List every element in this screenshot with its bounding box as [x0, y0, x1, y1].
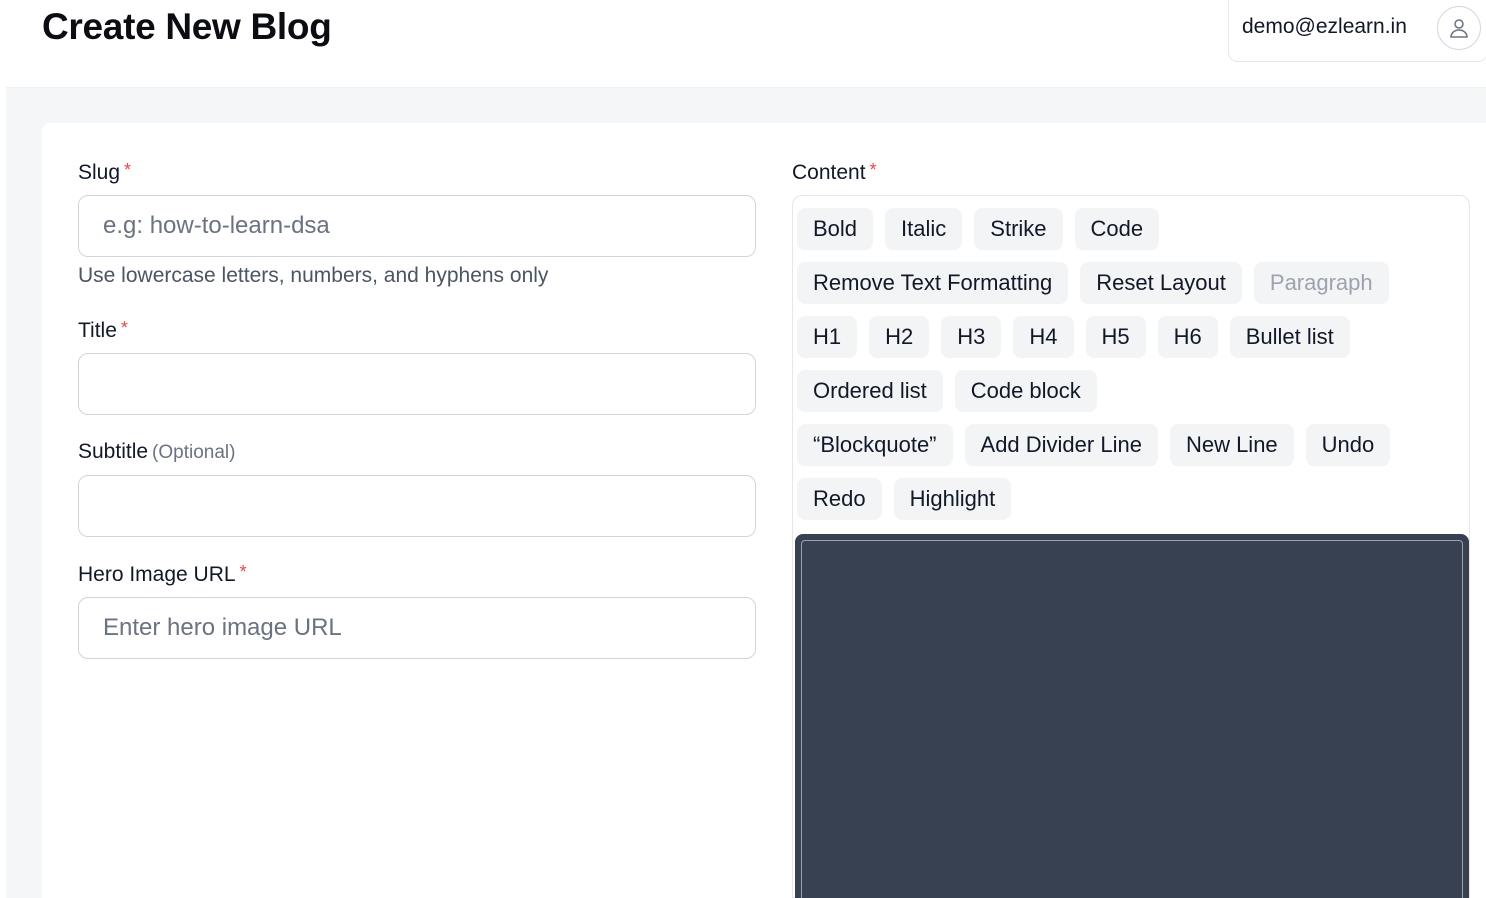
toolbar-row: Remove Text Formatting Reset Layout Para… — [797, 262, 1401, 304]
hero-image-label-text: Hero Image URL — [78, 563, 236, 586]
page-title: Create New Blog — [42, 6, 332, 47]
required-mark: * — [124, 160, 132, 180]
italic-button[interactable]: Italic — [885, 208, 963, 250]
slug-helper-text: Use lowercase letters, numbers, and hyph… — [78, 264, 549, 287]
bold-button[interactable]: Bold — [797, 208, 874, 250]
reset-layout-button[interactable]: Reset Layout — [1080, 262, 1242, 304]
editor-content-area[interactable] — [795, 534, 1469, 898]
undo-button[interactable]: Undo — [1305, 424, 1391, 466]
user-email: demo@ezlearn.in — [1242, 15, 1407, 38]
h2-button[interactable]: H2 — [869, 316, 930, 358]
slug-label: Slug * — [78, 160, 131, 185]
optional-text: (Optional) — [152, 442, 236, 463]
h3-button[interactable]: H3 — [941, 316, 1002, 358]
highlight-button[interactable]: Highlight — [893, 478, 1012, 520]
content-label-text: Content — [792, 161, 866, 184]
remove-formatting-button[interactable]: Remove Text Formatting — [797, 262, 1069, 304]
h1-button[interactable]: H1 — [797, 316, 858, 358]
user-menu[interactable]: demo@ezlearn.in — [1228, 0, 1486, 62]
user-icon[interactable] — [1437, 6, 1481, 50]
subtitle-label: Subtitle (Optional) — [78, 440, 235, 464]
code-button[interactable]: Code — [1074, 208, 1160, 250]
hero-image-input[interactable] — [78, 597, 756, 659]
divider-button[interactable]: Add Divider Line — [964, 424, 1158, 466]
title-label: Title * — [78, 318, 128, 343]
required-mark: * — [869, 160, 877, 180]
required-mark: * — [239, 562, 247, 582]
bullet-list-button[interactable]: Bullet list — [1229, 316, 1350, 358]
h5-button[interactable]: H5 — [1085, 316, 1146, 358]
top-header: Create New Blog demo@ezlearn.in — [6, 0, 1486, 88]
toolbar-row: “Blockquote” Add Divider Line New Line U… — [797, 424, 1402, 466]
slug-input[interactable] — [78, 195, 756, 257]
toolbar-row: Ordered list Code block — [797, 370, 1109, 412]
strike-button[interactable]: Strike — [974, 208, 1063, 250]
h4-button[interactable]: H4 — [1013, 316, 1074, 358]
subtitle-input[interactable] — [78, 475, 756, 537]
title-label-text: Title — [78, 319, 117, 342]
content-label: Content * — [792, 160, 877, 185]
ordered-list-button[interactable]: Ordered list — [797, 370, 943, 412]
redo-button[interactable]: Redo — [797, 478, 882, 520]
new-line-button[interactable]: New Line — [1169, 424, 1294, 466]
paragraph-button[interactable]: Paragraph — [1253, 262, 1389, 304]
toolbar-row: H1 H2 H3 H4 H5 H6 Bullet list — [797, 316, 1362, 358]
subtitle-label-text: Subtitle — [78, 440, 149, 463]
slug-label-text: Slug — [78, 161, 121, 184]
code-block-button[interactable]: Code block — [954, 370, 1097, 412]
blockquote-button[interactable]: “Blockquote” — [797, 424, 953, 466]
editor-text-area[interactable] — [801, 540, 1463, 898]
title-input[interactable] — [78, 353, 756, 415]
toolbar-row: Redo Highlight — [797, 478, 1023, 520]
h6-button[interactable]: H6 — [1157, 316, 1218, 358]
toolbar-row: Bold Italic Strike Code — [797, 208, 1171, 250]
required-mark: * — [120, 318, 128, 338]
content-editor: Bold Italic Strike Code Remove Text Form… — [792, 195, 1470, 898]
hero-image-label: Hero Image URL * — [78, 562, 247, 587]
